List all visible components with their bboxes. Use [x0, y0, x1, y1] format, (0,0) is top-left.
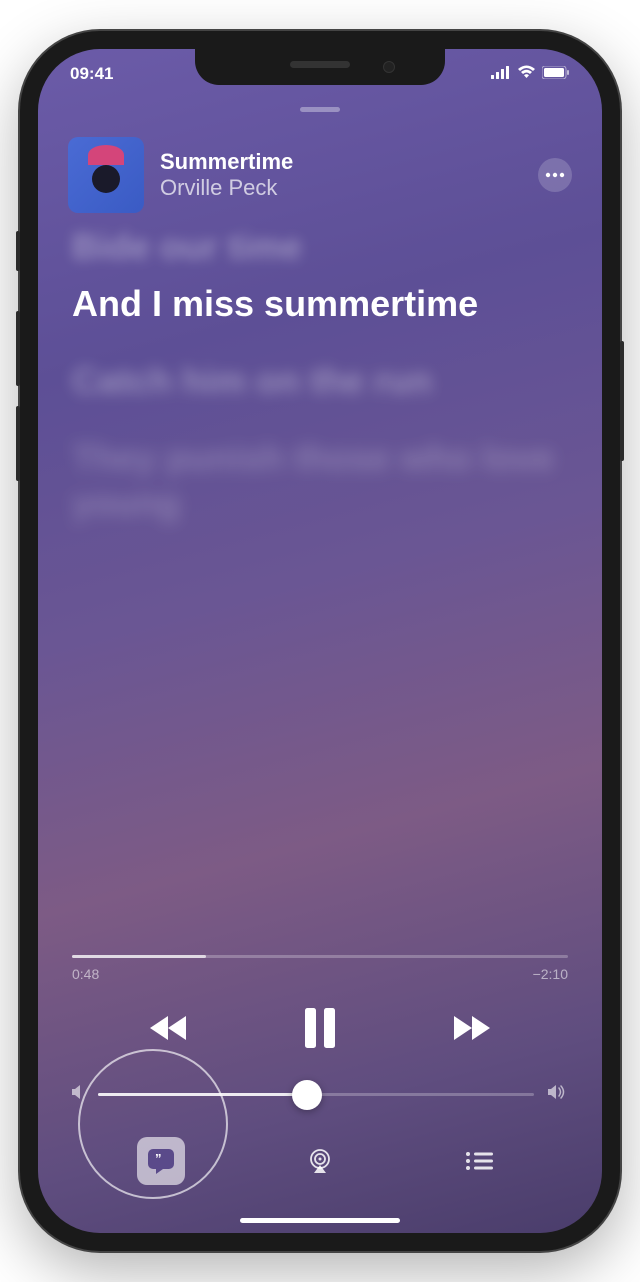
volume-high-icon [548, 1084, 568, 1105]
volume-slider[interactable] [98, 1093, 534, 1096]
airplay-button[interactable] [296, 1137, 344, 1185]
volume-low-icon [72, 1085, 84, 1104]
track-artist: Orville Peck [160, 175, 522, 201]
next-button[interactable] [446, 1012, 494, 1044]
lyric-line-upcoming: They punish those who love young [72, 435, 568, 525]
playback-scrubber[interactable] [72, 955, 568, 958]
battery-icon [542, 64, 570, 84]
track-title: Summertime [160, 149, 522, 175]
lyrics-panel[interactable]: Bide our time And I miss summertime Catc… [38, 224, 602, 557]
sheet-grabber[interactable] [300, 107, 340, 112]
cellular-icon [491, 64, 511, 84]
svg-text:”: ” [155, 1151, 162, 1166]
home-indicator[interactable] [240, 1218, 400, 1223]
status-time: 09:41 [70, 64, 113, 84]
phone-frame: 09:41 Summertime Orville Peck [20, 31, 620, 1251]
pause-button[interactable] [302, 1008, 338, 1048]
album-artwork[interactable] [68, 137, 144, 213]
more-button[interactable] [538, 158, 572, 192]
track-info[interactable]: Summertime Orville Peck [160, 149, 522, 202]
music-now-playing-screen: 09:41 Summertime Orville Peck [38, 49, 602, 1233]
lyric-line-next: Catch him on the run [72, 358, 568, 403]
previous-button[interactable] [146, 1012, 194, 1044]
lyrics-button[interactable]: ” [137, 1137, 185, 1185]
queue-button[interactable] [455, 1137, 503, 1185]
time-elapsed: 0:48 [72, 966, 99, 982]
lyric-line-previous: Bide our time [72, 224, 568, 269]
time-remaining: −2:10 [533, 966, 568, 982]
wifi-icon [517, 64, 536, 84]
lyric-line-current: And I miss summertime [72, 281, 568, 326]
